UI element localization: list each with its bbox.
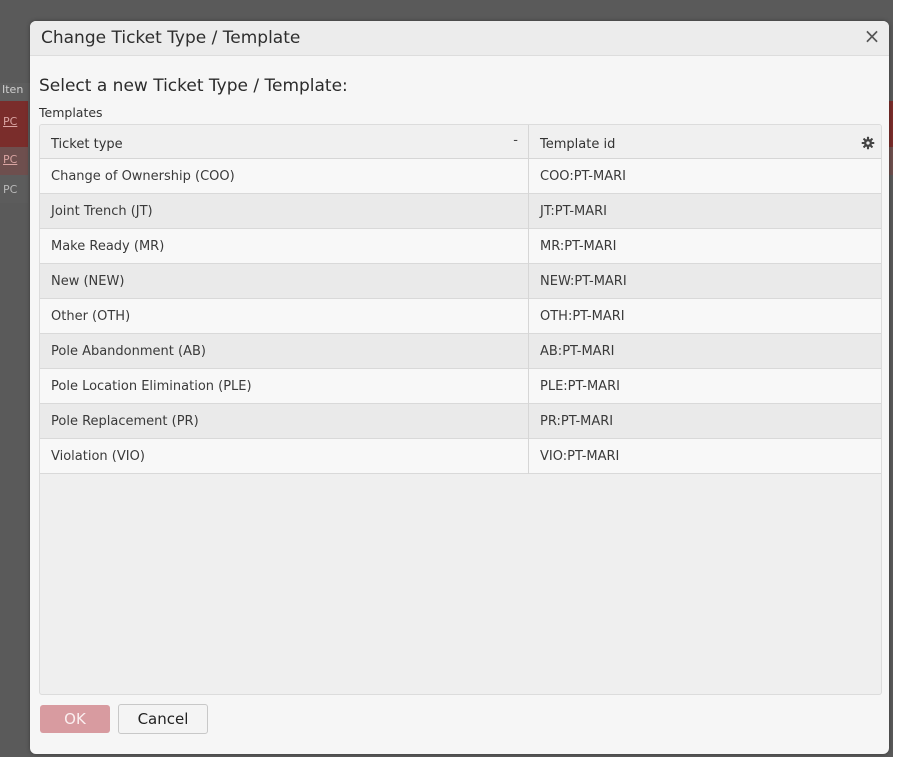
column-header-template-id[interactable]: Template id: [529, 125, 881, 158]
template-id-cell: NEW:PT-MARI: [540, 274, 627, 289]
table-row[interactable]: Other (OTH) OTH:PT-MARI: [40, 299, 881, 334]
dialog-prompt: Select a new Ticket Type / Template:: [39, 76, 348, 96]
ticket-type-cell: Pole Replacement (PR): [40, 404, 529, 439]
dialog-title: Change Ticket Type / Template: [41, 28, 301, 48]
template-id-cell: VIO:PT-MARI: [540, 449, 620, 464]
ticket-type-cell: New (NEW): [40, 264, 529, 299]
grid-rows: Change of Ownership (COO) COO:PT-MARI Jo…: [40, 159, 881, 474]
ticket-type-cell: Joint Trench (JT): [40, 194, 529, 229]
background-link: PC: [3, 115, 18, 128]
table-row[interactable]: New (NEW) NEW:PT-MARI: [40, 264, 881, 299]
template-id-cell: AB:PT-MARI: [540, 344, 615, 359]
column-header-label: Ticket type: [51, 137, 123, 152]
ok-button[interactable]: OK: [40, 705, 110, 733]
template-id-cell: PR:PT-MARI: [540, 414, 614, 429]
background-link: PC: [3, 153, 18, 166]
sort-icon[interactable]: -: [513, 131, 518, 151]
gear-icon[interactable]: [861, 136, 875, 150]
background-link: PC: [3, 183, 18, 196]
table-row[interactable]: Make Ready (MR) MR:PT-MARI: [40, 229, 881, 264]
background-row: PC: [0, 101, 28, 147]
table-row[interactable]: Change of Ownership (COO) COO:PT-MARI: [40, 159, 881, 194]
close-icon[interactable]: ×: [861, 25, 883, 47]
templates-grid: Ticket type - Template id Change of Owne…: [39, 124, 882, 695]
templates-label: Templates: [39, 105, 103, 120]
cancel-button[interactable]: Cancel: [118, 704, 208, 734]
ticket-type-cell: Change of Ownership (COO): [40, 159, 529, 194]
template-id-cell: PLE:PT-MARI: [540, 379, 620, 394]
template-id-cell: COO:PT-MARI: [540, 169, 626, 184]
table-row[interactable]: Pole Abandonment (AB) AB:PT-MARI: [40, 334, 881, 369]
ticket-type-cell: Pole Abandonment (AB): [40, 334, 529, 369]
table-row[interactable]: Violation (VIO) VIO:PT-MARI: [40, 439, 881, 474]
background-row: PC: [0, 175, 28, 203]
dialog-titlebar: Change Ticket Type / Template ×: [30, 21, 889, 56]
ticket-type-cell: Violation (VIO): [40, 439, 529, 474]
column-header-label: Template id: [540, 137, 616, 152]
template-id-cell: OTH:PT-MARI: [540, 309, 625, 324]
change-ticket-type-dialog: Change Ticket Type / Template × Select a…: [30, 21, 889, 754]
template-id-cell: MR:PT-MARI: [540, 239, 617, 254]
ticket-type-cell: Make Ready (MR): [40, 229, 529, 264]
column-header-ticket-type[interactable]: Ticket type -: [40, 125, 529, 158]
table-row[interactable]: Pole Location Elimination (PLE) PLE:PT-M…: [40, 369, 881, 404]
table-row[interactable]: Pole Replacement (PR) PR:PT-MARI: [40, 404, 881, 439]
background-row: PC: [0, 147, 28, 175]
grid-header: Ticket type - Template id: [40, 125, 881, 159]
ticket-type-cell: Other (OTH): [40, 299, 529, 334]
table-row[interactable]: Joint Trench (JT) JT:PT-MARI: [40, 194, 881, 229]
template-id-cell: JT:PT-MARI: [540, 204, 607, 219]
background-column-header: Iten: [0, 83, 30, 101]
ticket-type-cell: Pole Location Elimination (PLE): [40, 369, 529, 404]
